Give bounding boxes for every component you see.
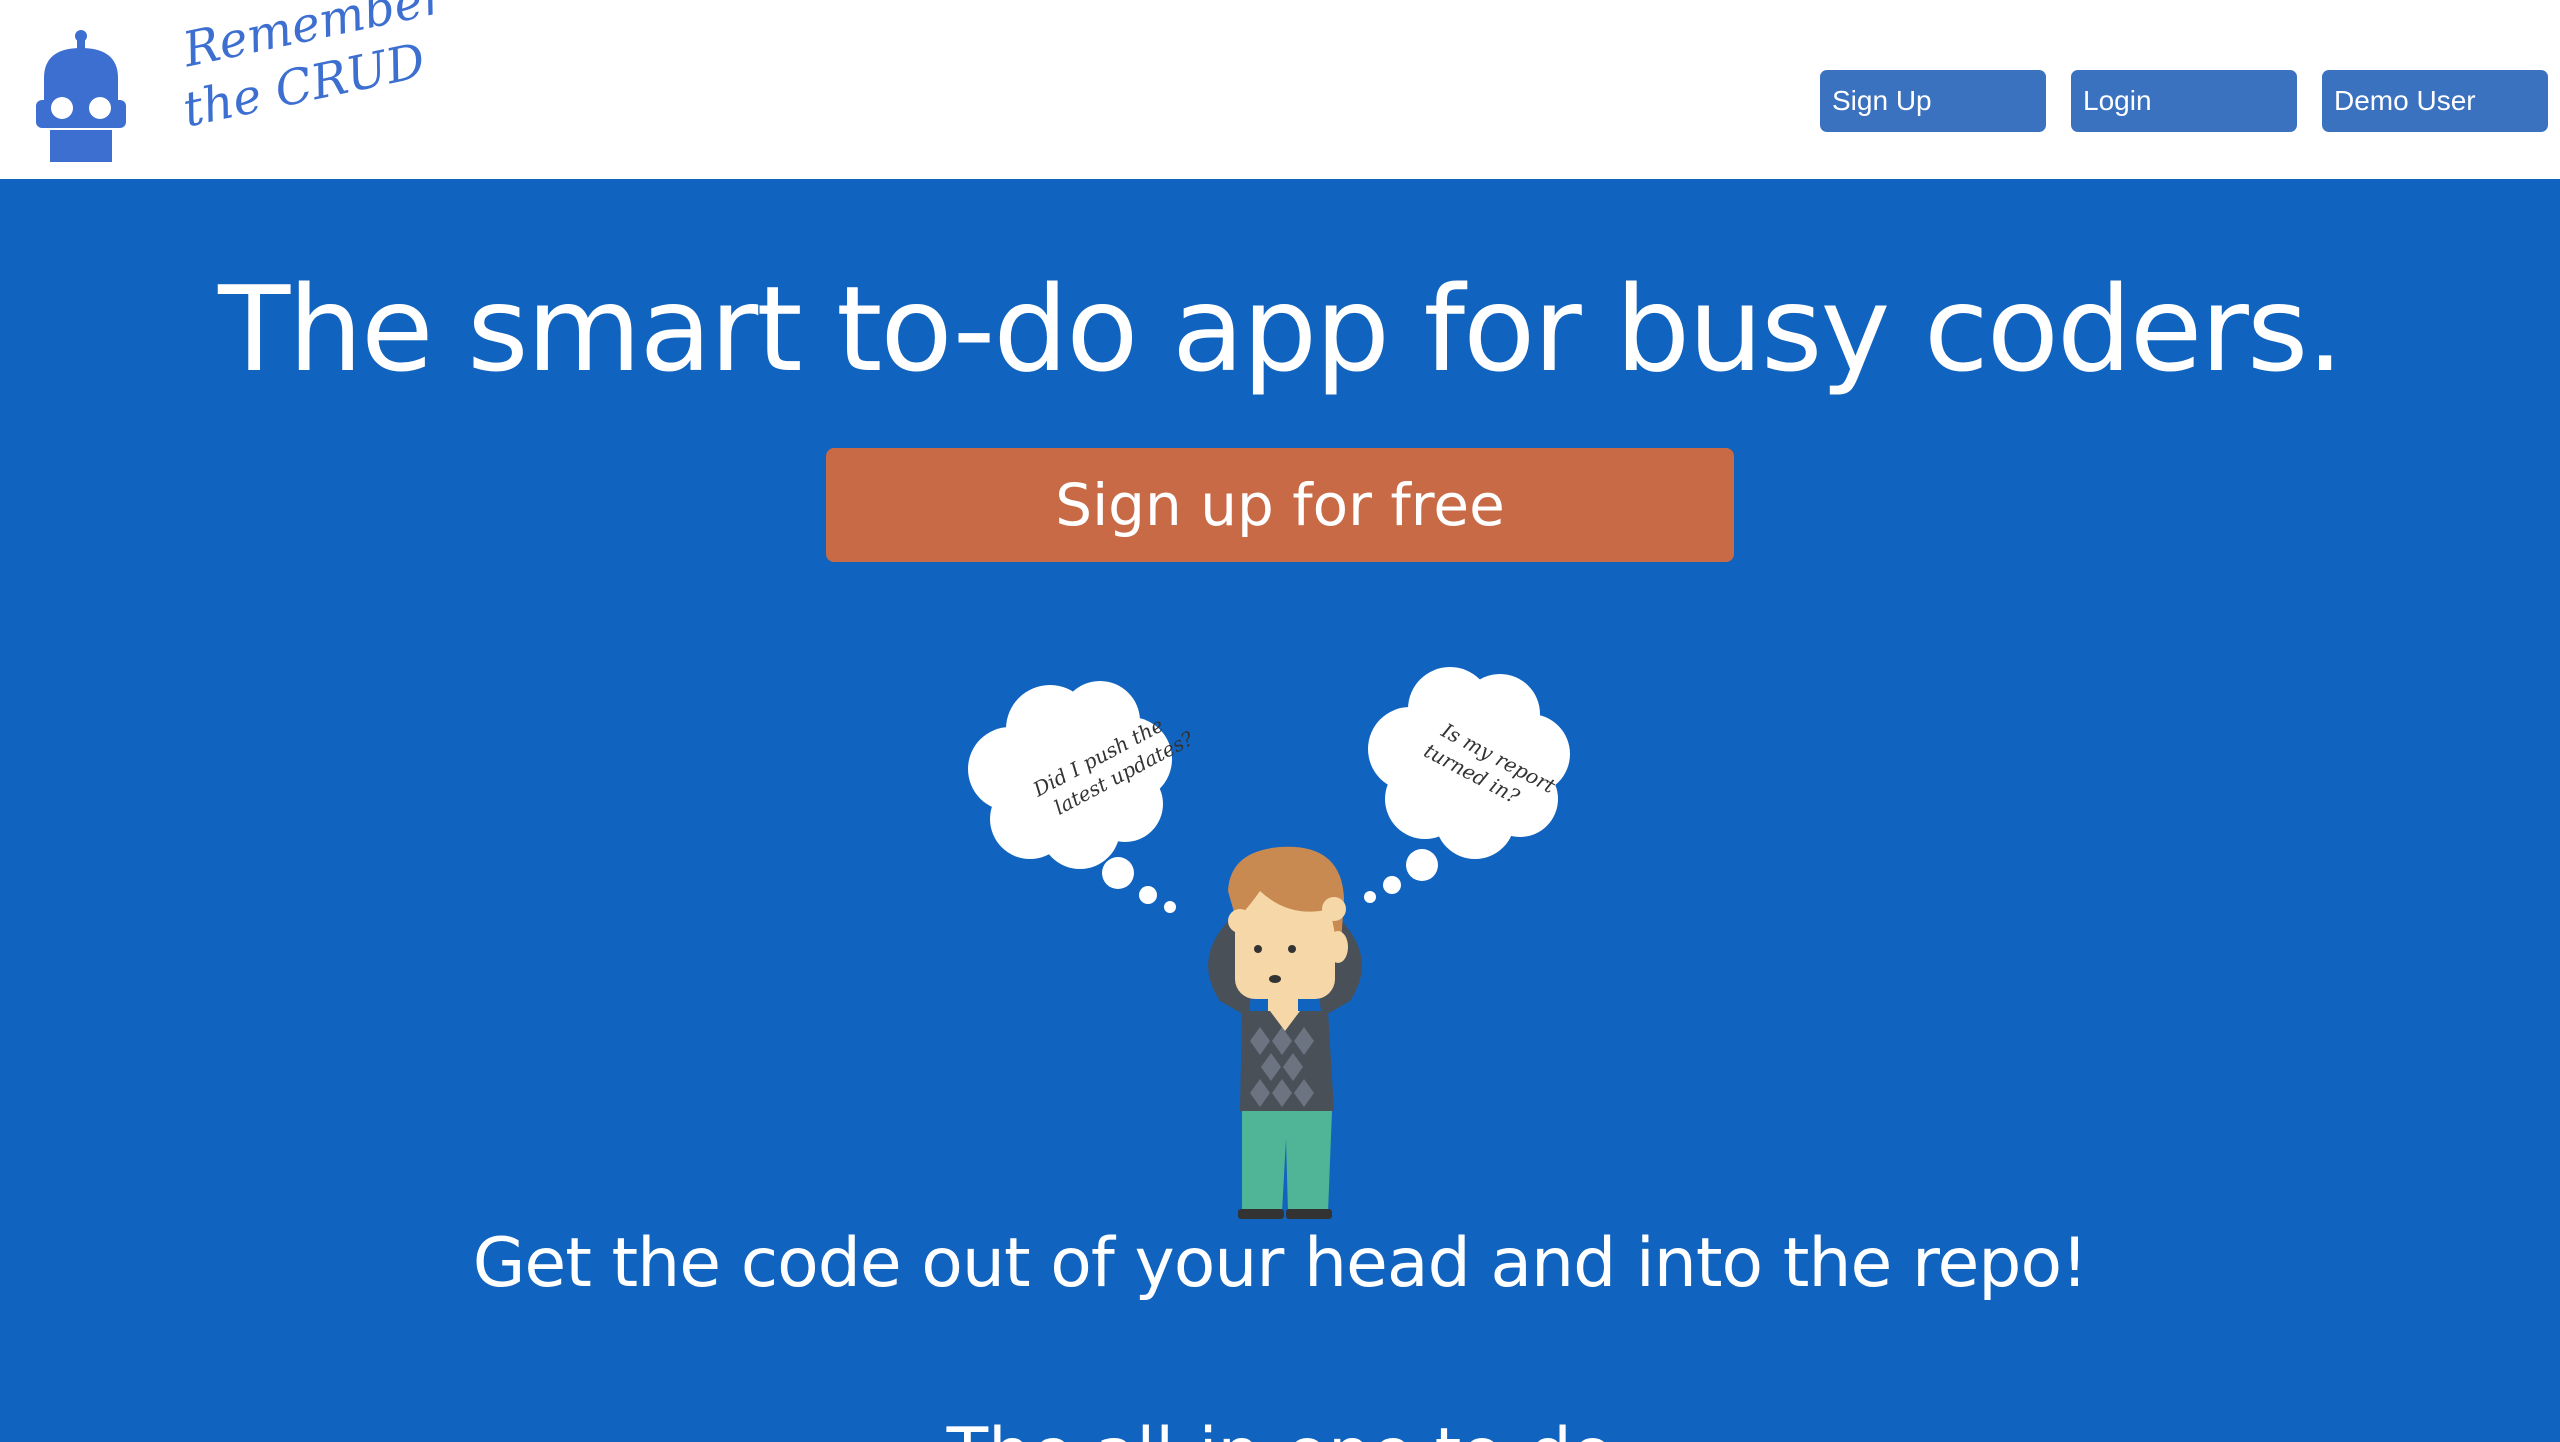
person-figure — [1208, 846, 1362, 1219]
hero-section: The smart to-do app for busy coders. Sig… — [0, 179, 2560, 1442]
hero-tagline: Get the code out of your head and into t… — [472, 1224, 2089, 1303]
signup-free-button[interactable]: Sign up for free — [826, 448, 1734, 562]
signup-button[interactable]: Sign Up — [1820, 70, 2046, 132]
section-subheading: The all-in-one to-do — [0, 1404, 2560, 1442]
thought-bubble-right: Is my report turned in? — [1364, 667, 1570, 903]
login-button[interactable]: Login — [2071, 70, 2297, 132]
brand-name: Remember the CRUD — [148, 0, 450, 164]
thought-bubble-left: Did I push the latest updates? — [968, 681, 1198, 913]
confused-coder-illustration: Did I push the latest updates? Is my rep… — [968, 667, 1570, 1219]
brand-logo[interactable]: Remember the CRUD — [36, 0, 450, 162]
hero-headline: The smart to-do app for busy coders. — [218, 260, 2344, 398]
landing-page: Remember the CRUD Sign Up Login Demo Use… — [0, 0, 2560, 1442]
header: Remember the CRUD Sign Up Login Demo Use… — [0, 0, 2560, 179]
robot-icon — [36, 30, 126, 162]
demo-user-button[interactable]: Demo User — [2322, 70, 2548, 132]
